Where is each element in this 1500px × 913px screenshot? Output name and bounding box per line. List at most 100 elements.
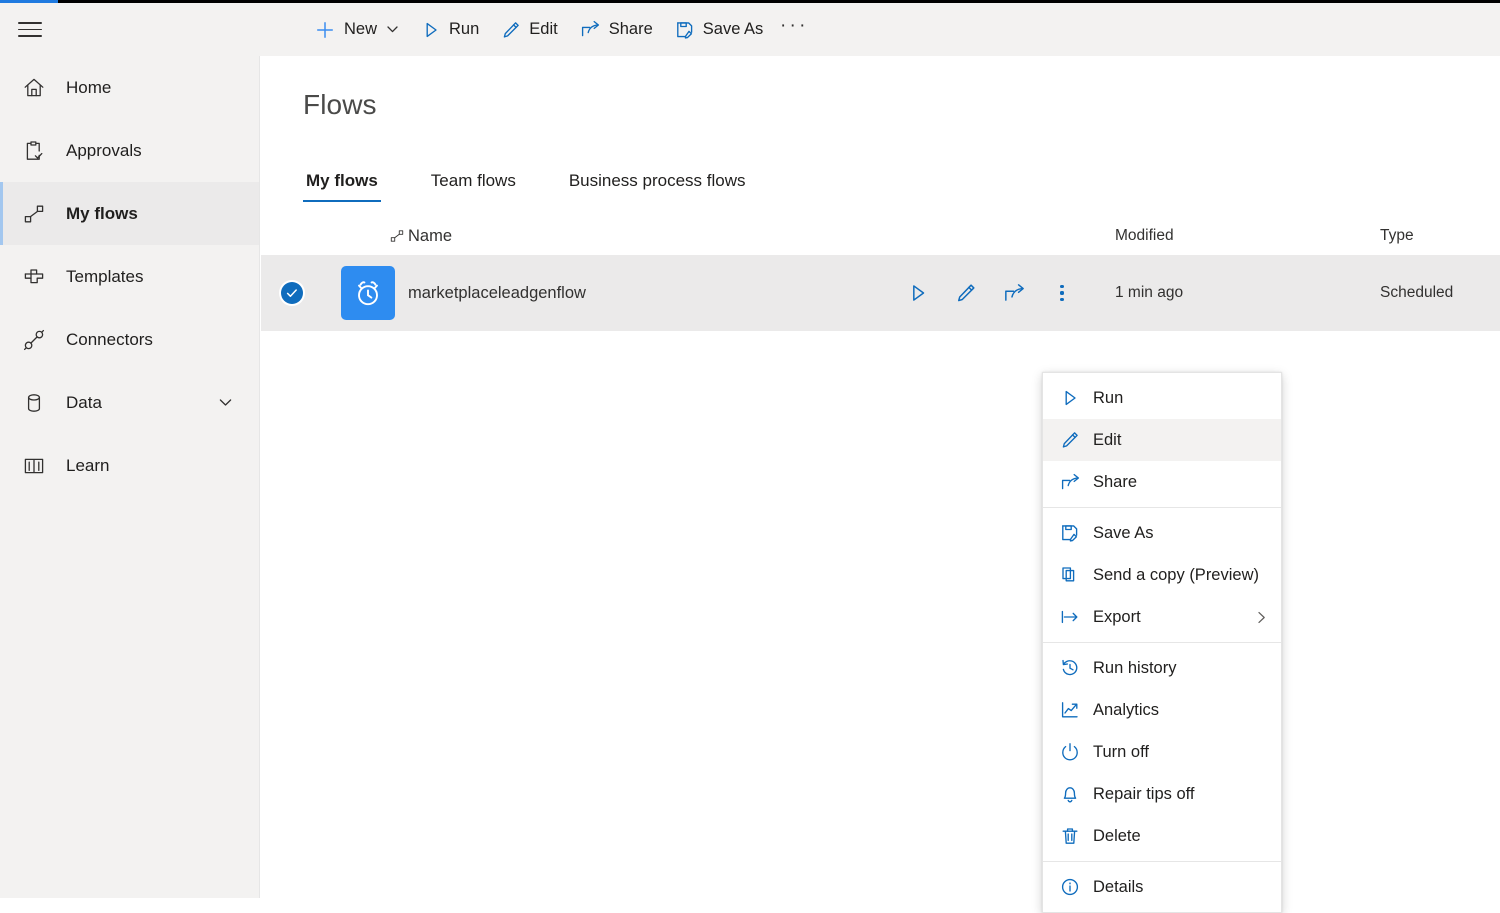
share-icon <box>1057 472 1083 493</box>
trash-icon <box>1057 826 1083 846</box>
hamburger-bars <box>18 17 42 42</box>
row-action-buttons <box>905 280 1115 306</box>
row-flow-name[interactable]: marketplaceleadgenflow <box>405 284 905 303</box>
loading-bar-fill <box>0 0 58 3</box>
sidebar-item-templates[interactable]: Templates <box>0 245 259 308</box>
chevron-down-icon <box>386 23 399 36</box>
menu-separator <box>1043 507 1281 508</box>
pencil-icon <box>1057 430 1083 450</box>
flows-table: Name Modified Type <box>261 217 1500 331</box>
sidebar-item-connectors[interactable]: Connectors <box>0 308 259 371</box>
menu-item-export[interactable]: Export <box>1043 596 1281 638</box>
sidebar-item-label: Approvals <box>66 141 259 161</box>
tab-business-process-flows[interactable]: Business process flows <box>566 171 749 202</box>
home-icon <box>14 76 54 100</box>
export-icon <box>1057 607 1083 627</box>
tab-my-flows[interactable]: My flows <box>303 171 381 202</box>
edit-action-icon[interactable] <box>953 280 979 306</box>
menu-item-label: Save As <box>1093 524 1271 543</box>
edit-button[interactable]: Edit <box>490 8 568 52</box>
menu-separator <box>1043 861 1281 862</box>
run-action-icon[interactable] <box>905 280 931 306</box>
sidebar-item-home[interactable]: Home <box>0 56 259 119</box>
save-as-button-label: Save As <box>703 21 764 38</box>
more-horizontal-icon[interactable]: ··· <box>774 10 814 50</box>
menu-item-share[interactable]: Share <box>1043 461 1281 503</box>
column-header-modified[interactable]: Modified <box>1115 227 1380 245</box>
menu-item-label: Share <box>1093 473 1271 492</box>
database-icon <box>14 391 54 415</box>
column-header-type[interactable]: Type <box>1380 227 1500 245</box>
row-flow-tile-cell <box>323 266 405 320</box>
menu-item-label: Run <box>1093 389 1271 408</box>
menu-item-label: Export <box>1093 608 1254 627</box>
plus-icon <box>314 19 336 41</box>
column-header-name[interactable]: Name <box>405 227 905 246</box>
menu-item-label: Delete <box>1093 827 1271 846</box>
menu-item-label: Details <box>1093 878 1271 897</box>
save-as-icon <box>675 20 695 40</box>
menu-item-label: Turn off <box>1093 743 1271 762</box>
book-icon <box>14 454 54 478</box>
check-circle-icon[interactable] <box>281 282 303 304</box>
sidebar-item-my-flows[interactable]: My flows <box>0 182 259 245</box>
sidebar-item-label: Data <box>66 393 218 413</box>
menu-item-send-a-copy[interactable]: Send a copy (Preview) <box>1043 554 1281 596</box>
sidebar-item-approvals[interactable]: Approvals <box>0 119 259 182</box>
sidebar-item-data[interactable]: Data <box>0 371 259 434</box>
menu-item-label: Send a copy (Preview) <box>1093 566 1271 585</box>
analytics-icon <box>1057 700 1083 720</box>
row-checkbox-cell[interactable] <box>261 282 323 304</box>
menu-item-run-history[interactable]: Run history <box>1043 647 1281 689</box>
share-button[interactable]: Share <box>569 8 664 52</box>
hamburger-menu-icon[interactable] <box>0 5 60 55</box>
alarm-clock-icon <box>341 266 395 320</box>
sidebar-item-learn[interactable]: Learn <box>0 434 259 497</box>
page-title: Flows <box>261 56 1500 121</box>
new-button-label: New <box>344 21 377 38</box>
menu-item-run[interactable]: Run <box>1043 377 1281 419</box>
command-bar: New Run Edit <box>0 3 1500 56</box>
share-action-icon[interactable] <box>1001 280 1027 306</box>
bell-icon <box>1057 784 1083 804</box>
menu-item-save-as[interactable]: Save As <box>1043 512 1281 554</box>
menu-item-label: Analytics <box>1093 701 1271 720</box>
row-type: Scheduled <box>1380 284 1500 302</box>
play-icon <box>1057 388 1083 408</box>
menu-item-turn-off[interactable]: Turn off <box>1043 731 1281 773</box>
chevron-down-icon[interactable] <box>218 395 233 410</box>
info-icon <box>1057 877 1083 897</box>
command-bar-items: New Run Edit <box>303 8 814 52</box>
flow-icon <box>14 202 54 226</box>
copy-icon <box>1057 565 1083 585</box>
new-button[interactable]: New <box>303 8 410 52</box>
menu-item-delete[interactable]: Delete <box>1043 815 1281 857</box>
menu-separator <box>1043 642 1281 643</box>
menu-item-repair-tips-off[interactable]: Repair tips off <box>1043 773 1281 815</box>
table-row[interactable]: marketplaceleadgenflow <box>261 255 1500 331</box>
flow-context-menu: Run Edit Share <box>1042 372 1282 913</box>
more-vertical-icon[interactable] <box>1049 280 1075 306</box>
save-as-button[interactable]: Save As <box>664 8 775 52</box>
run-button[interactable]: Run <box>410 8 490 52</box>
menu-item-label: Edit <box>1093 431 1271 450</box>
sidebar-item-label: My flows <box>66 204 259 224</box>
approvals-icon <box>14 139 54 163</box>
edit-button-label: Edit <box>529 21 557 38</box>
sidebar-item-label: Learn <box>66 456 259 476</box>
power-icon <box>1057 742 1083 762</box>
menu-item-analytics[interactable]: Analytics <box>1043 689 1281 731</box>
run-button-label: Run <box>449 21 479 38</box>
tab-team-flows[interactable]: Team flows <box>428 171 519 202</box>
row-modified: 1 min ago <box>1115 284 1380 302</box>
connectors-icon <box>14 328 54 352</box>
menu-item-details[interactable]: Details <box>1043 866 1281 908</box>
menu-item-edit[interactable]: Edit <box>1043 419 1281 461</box>
chevron-right-icon <box>1254 610 1269 625</box>
column-header-flow-icon[interactable] <box>323 227 405 245</box>
sidebar-item-label: Home <box>66 78 259 98</box>
sidebar-item-label: Templates <box>66 267 259 287</box>
menu-item-label: Run history <box>1093 659 1271 678</box>
sidebar-item-label: Connectors <box>66 330 259 350</box>
play-icon <box>421 20 441 40</box>
